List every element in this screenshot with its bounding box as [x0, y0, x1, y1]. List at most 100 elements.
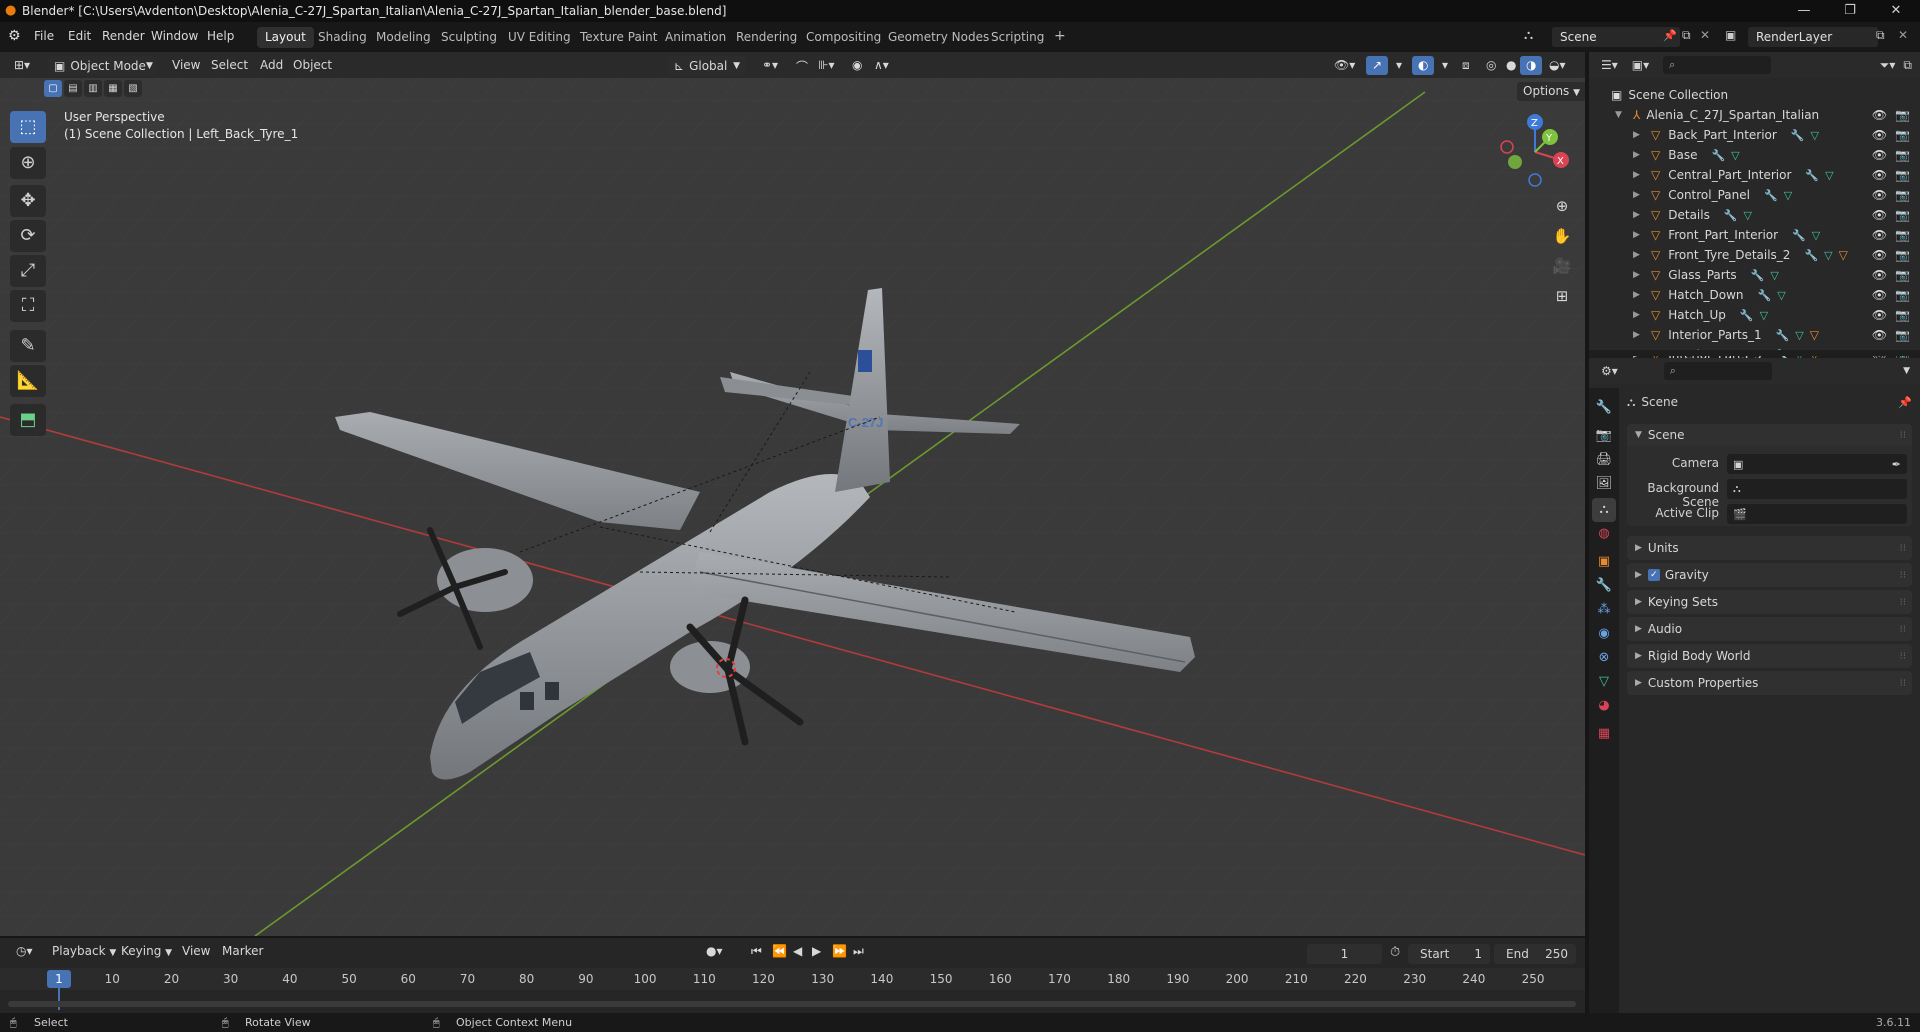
tab-shading[interactable]: Shading: [310, 27, 375, 48]
modifier-tab-icon[interactable]: 🔧: [1592, 574, 1616, 598]
expand-right-icon[interactable]: ▶: [1633, 250, 1645, 260]
drag-handle-icon[interactable]: ⁝⁝: [1900, 651, 1906, 662]
visibility-eye-icon[interactable]: 👁: [1872, 248, 1887, 262]
background-scene-field[interactable]: ⛬: [1727, 479, 1907, 499]
transform-orientation-selector[interactable]: ⊾ Global ▼: [668, 56, 746, 75]
outliner-editor-icon[interactable]: ☰▾: [1601, 58, 1618, 72]
outliner-item[interactable]: ▶ ▽ Hatch_Up 🔧 ▽ 👁 📷: [1589, 305, 1920, 325]
rotate-tool[interactable]: ⟳: [10, 220, 46, 252]
modifier-wrench-icon[interactable]: 🔧: [1764, 189, 1778, 202]
camera-field[interactable]: ▣ ✒: [1727, 454, 1907, 474]
new-scene-icon[interactable]: ⧉: [1682, 28, 1691, 43]
blender-menu-icon[interactable]: ⚙: [8, 28, 21, 44]
expand-right-icon[interactable]: ▶: [1633, 210, 1645, 220]
expand-right-icon[interactable]: ▶: [1633, 190, 1645, 200]
timeline-scrollbar[interactable]: [8, 1001, 1576, 1007]
close-window-button[interactable]: ✕: [1873, 0, 1919, 22]
mesh-data-icon[interactable]: ▽: [1770, 269, 1778, 282]
modifier-wrench-icon[interactable]: 🔧: [1724, 209, 1738, 222]
menu-window[interactable]: Window: [151, 29, 198, 43]
modifier-wrench-icon[interactable]: 🔧: [1711, 149, 1725, 162]
mesh-data-icon[interactable]: ▽: [1784, 189, 1792, 202]
select-intersect-icon[interactable]: ▧: [124, 80, 142, 97]
tab-rendering[interactable]: Rendering: [728, 27, 805, 48]
pin-icon[interactable]: 📌: [1663, 29, 1677, 42]
render-camera-icon[interactable]: 📷: [1895, 148, 1910, 162]
drag-handle-icon[interactable]: ⁝⁝: [1900, 624, 1906, 635]
move-tool[interactable]: ✥: [10, 185, 46, 217]
physics-tab-icon[interactable]: ◉: [1592, 622, 1616, 646]
gizmo-dropdown-icon[interactable]: ▾: [1390, 56, 1408, 75]
select-invert-icon[interactable]: ▦: [104, 80, 122, 97]
rendered-shading-icon[interactable]: ◒▾: [1543, 56, 1572, 75]
tool-tab-icon[interactable]: 🔧: [1592, 396, 1616, 420]
render-camera-icon[interactable]: 📷: [1895, 328, 1910, 342]
jump-start-icon[interactable]: ⏮: [745, 942, 768, 961]
outliner-item[interactable]: ▶ ▽ Back_Part_Interior 🔧 ▽ 👁 📷: [1589, 125, 1920, 145]
current-frame-input[interactable]: 1: [1307, 944, 1382, 964]
outliner-scene-collection[interactable]: ▣ Scene Collection: [1589, 85, 1920, 105]
render-camera-icon[interactable]: 📷: [1895, 308, 1910, 322]
render-camera-icon[interactable]: 📷: [1895, 168, 1910, 182]
expand-right-icon[interactable]: ▶: [1633, 290, 1645, 300]
mesh-data-icon[interactable]: ▽: [1795, 329, 1803, 342]
tab-uv-editing[interactable]: UV Editing: [500, 27, 579, 48]
constraints-tab-icon[interactable]: ⊗: [1592, 646, 1616, 670]
drag-handle-icon[interactable]: ⁝⁝: [1900, 570, 1906, 581]
mesh-data-icon[interactable]: ▽: [1825, 169, 1833, 182]
snap-target-icon[interactable]: ⊪▾: [812, 56, 840, 75]
tab-modeling[interactable]: Modeling: [368, 27, 439, 48]
menu-file[interactable]: File: [34, 29, 54, 43]
outliner-item[interactable]: ▶ ▽ Interior_Parts_1 🔧 ▽ ▽ 👁 📷: [1589, 325, 1920, 345]
properties-editor-icon[interactable]: ⚙▾: [1601, 364, 1618, 378]
outliner-item[interactable]: ▶ ▽ Details 🔧 ▽ 👁 📷: [1589, 205, 1920, 225]
mesh-data-icon[interactable]: ▽: [1824, 249, 1832, 262]
start-frame-input[interactable]: Start 1: [1408, 944, 1490, 964]
gizmo-toggle-icon[interactable]: ↗: [1366, 56, 1389, 75]
menu-help[interactable]: Help: [207, 29, 234, 43]
mesh-data-icon[interactable]: ▽: [1760, 309, 1768, 322]
annotate-tool[interactable]: ✎: [10, 330, 46, 362]
outliner-item[interactable]: ▶ ▽ Front_Part_Interior 🔧 ▽ 👁 📷: [1589, 225, 1920, 245]
timeline-view-menu[interactable]: View: [176, 942, 216, 961]
eyedropper-icon[interactable]: ✒: [1892, 458, 1901, 471]
timeline-editor-icon[interactable]: ◷▾: [10, 942, 39, 961]
mesh-data-icon[interactable]: ▽: [1812, 229, 1820, 242]
zoom-view-icon[interactable]: ⊕: [1548, 192, 1576, 220]
modifier-wrench-icon[interactable]: 🔧: [1740, 309, 1754, 322]
cursor-tool[interactable]: ⊕: [10, 147, 46, 179]
visibility-eye-icon[interactable]: 👁: [1872, 128, 1887, 142]
material-icon[interactable]: ▽: [1839, 248, 1848, 262]
select-extend-icon[interactable]: ▤: [64, 80, 82, 97]
outliner-item[interactable]: ▶ ▽ Glass_Parts 🔧 ▽ 👁 📷: [1589, 265, 1920, 285]
modifier-wrench-icon[interactable]: 🔧: [1791, 129, 1805, 142]
overlay-dropdown-icon[interactable]: ▾: [1436, 56, 1454, 75]
scale-tool[interactable]: ⤢: [10, 255, 46, 287]
delete-scene-icon[interactable]: ✕: [1700, 28, 1710, 42]
pivot-point-icon[interactable]: ⚭▾: [756, 56, 784, 75]
outliner-item[interactable]: ▶ ▽ Front_Tyre_Details_2 🔧 ▽ ▽ 👁 📷: [1589, 245, 1920, 265]
visibility-eye-icon[interactable]: 👁: [1872, 268, 1887, 282]
properties-search-input[interactable]: ⌕: [1663, 362, 1772, 380]
select-new-icon[interactable]: ▢: [44, 80, 62, 97]
keying-menu[interactable]: Keying ▼: [115, 942, 178, 961]
select-subtract-icon[interactable]: ▥: [84, 80, 102, 97]
menu-edit[interactable]: Edit: [68, 29, 91, 43]
expand-right-icon[interactable]: ▶: [1633, 130, 1645, 140]
outliner-collection-row[interactable]: ▼ ⅄ Alenia_C_27J_Spartan_Italian 👁 📷: [1589, 105, 1920, 125]
pin-icon[interactable]: 📌: [1898, 396, 1912, 409]
new-collection-icon[interactable]: ⧉: [1903, 58, 1912, 73]
mesh-data-icon[interactable]: ▽: [1731, 149, 1739, 162]
material-preview-icon[interactable]: ◑: [1520, 56, 1543, 75]
visibility-eye-icon[interactable]: 👁: [1872, 168, 1887, 182]
texture-tab-icon[interactable]: ▦: [1592, 722, 1616, 746]
playback-menu[interactable]: Playback ▼: [46, 942, 122, 961]
visibility-eye-icon[interactable]: 👁: [1872, 308, 1887, 322]
visibility-eye-icon[interactable]: 👁: [1872, 108, 1887, 122]
scene-selector[interactable]: Scene: [1552, 27, 1680, 47]
expand-right-icon[interactable]: ▶: [1633, 150, 1645, 160]
camera-view-icon[interactable]: 🎥: [1548, 252, 1576, 280]
add-cube-tool[interactable]: ⬒: [10, 404, 46, 436]
falloff-icon[interactable]: ∧▾: [868, 56, 895, 75]
chevron-down-icon[interactable]: ▼: [1903, 366, 1910, 376]
